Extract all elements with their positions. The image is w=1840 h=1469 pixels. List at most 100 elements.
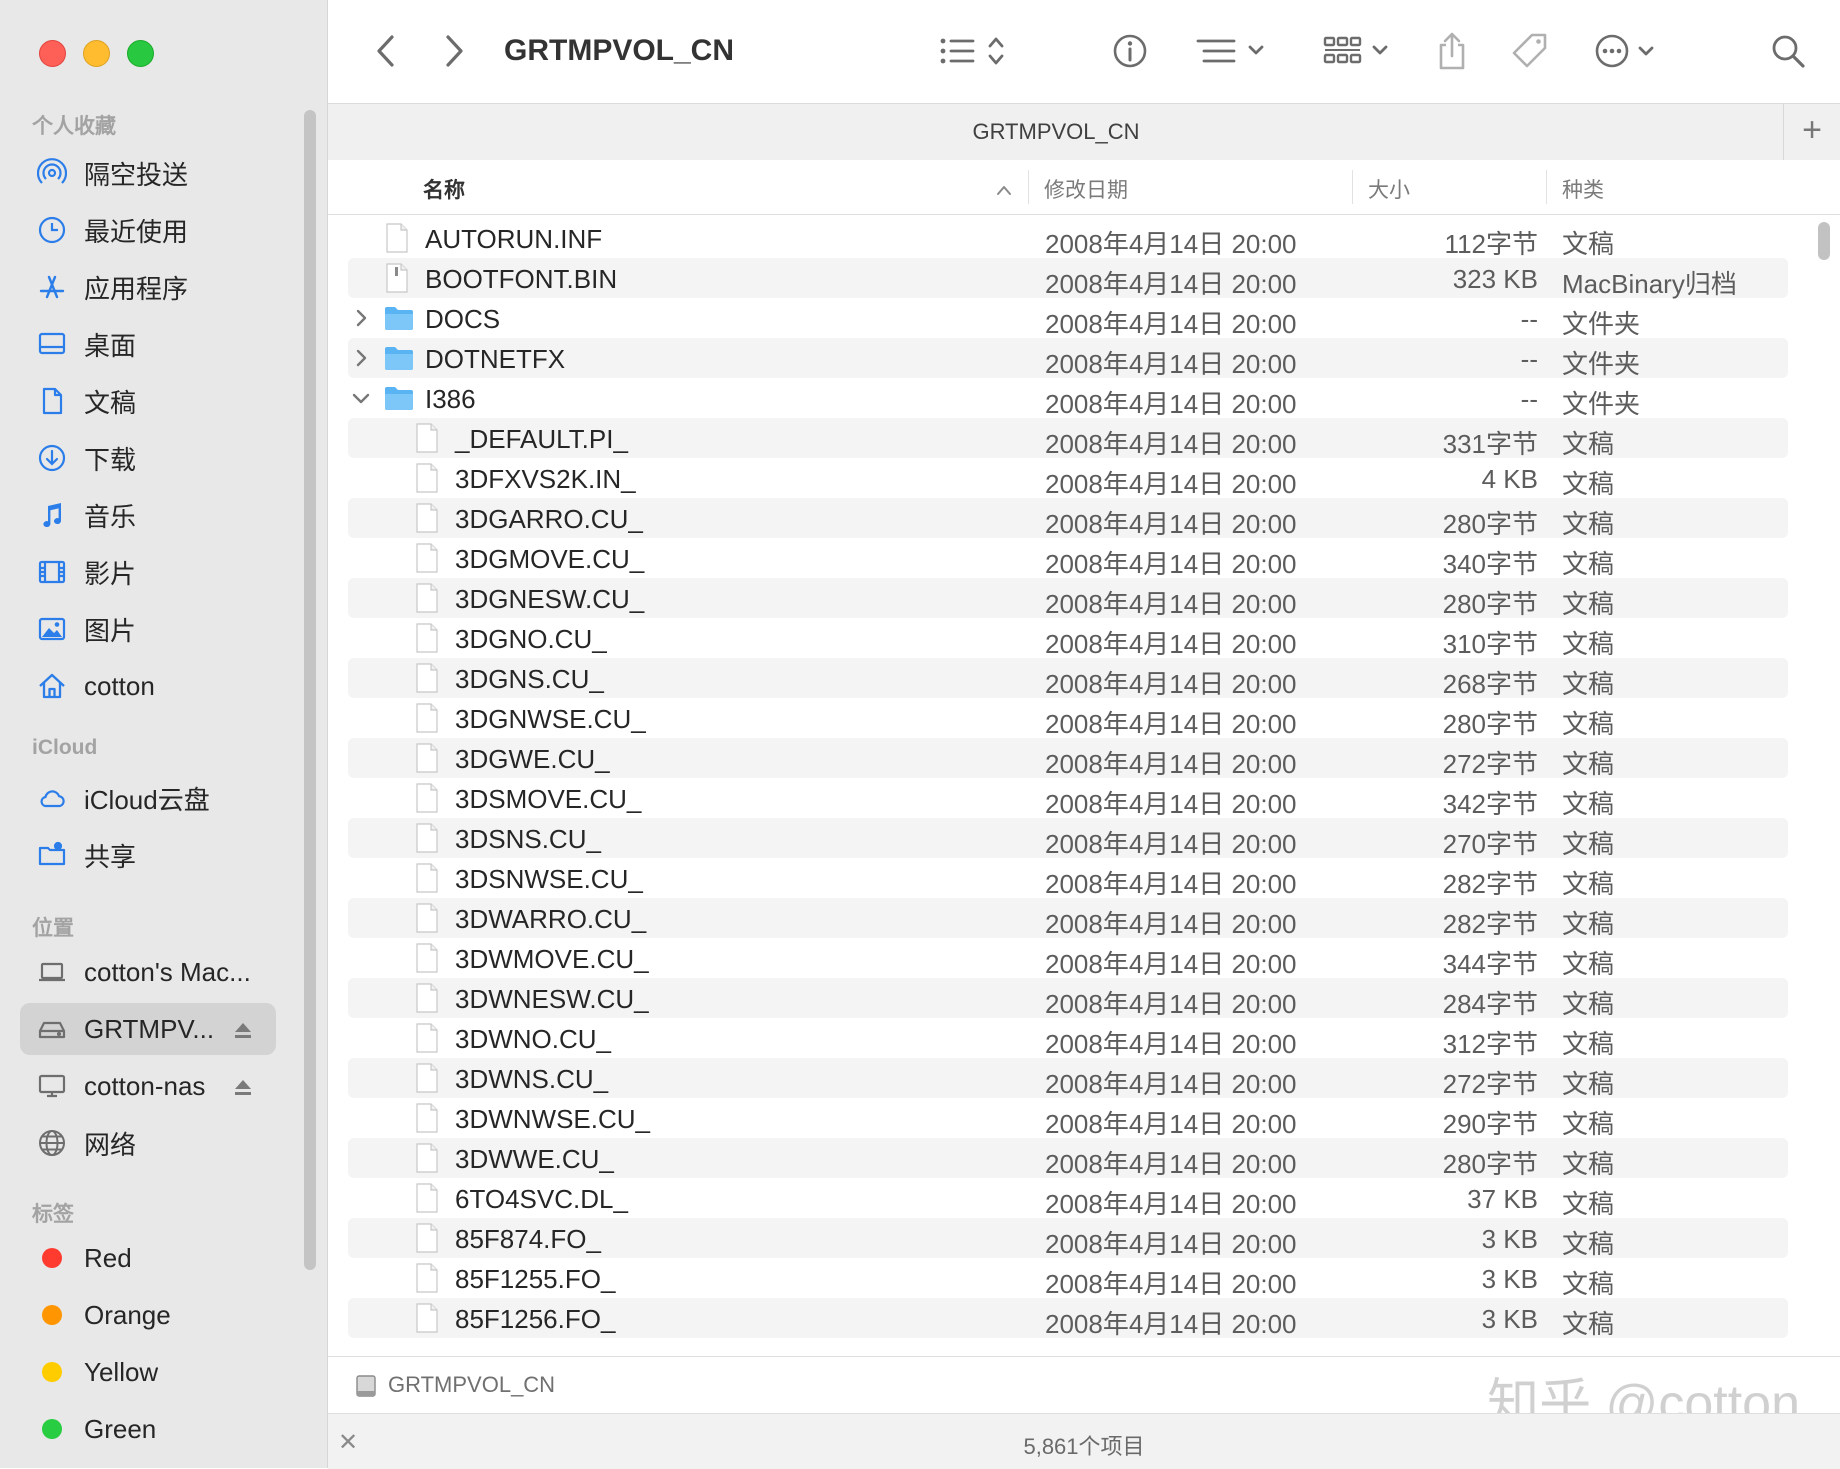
file-modified-date: 2008年4月14日 20:00 [1045,509,1297,539]
sidebar-item-cotton[interactable]: cotton [20,660,276,712]
file-modified-date: 2008年4月14日 20:00 [1045,629,1297,659]
tag-button[interactable] [1508,30,1552,72]
file-row[interactable]: 3DWNS.CU_ 2008年4月14日 20:00 272字节 文稿 [348,1058,1788,1099]
item-count: 5,861个项目 [1023,1434,1145,1459]
traffic-lights [39,40,154,67]
forward-button[interactable] [436,30,472,72]
file-modified-date: 2008年4月14日 20:00 [1045,1069,1297,1099]
tab-title[interactable]: GRTMPVOL_CN [328,119,1784,145]
sidebar-item-音乐[interactable]: 音乐 [20,489,276,541]
group-button[interactable] [1194,30,1274,72]
sidebar-item-label: 下载 [84,444,137,475]
grid-icon [1323,36,1388,64]
file-row[interactable]: 3DGNO.CU_ 2008年4月14日 20:00 310字节 文稿 [348,618,1788,659]
file-row[interactable]: 3DGWE.CU_ 2008年4月14日 20:00 272字节 文稿 [348,738,1788,779]
file-size: 3 KB [1481,1224,1538,1254]
file-row[interactable]: BOOTFONT.BIN 2008年4月14日 20:00 323 KB MacBin… [348,258,1788,299]
file-row[interactable]: 3DSNWSE.CU_ 2008年4月14日 20:00 282字节 文稿 [348,858,1788,899]
disclosure-expanded-icon[interactable] [350,385,372,411]
file-row[interactable]: AUTORUN.INF 2008年4月14日 20:00 112字节 文稿 [348,218,1788,259]
file-name: 3DWNO.CU_ [455,1024,612,1054]
sidebar-item-下载[interactable]: 下载 [20,432,276,484]
file-row[interactable]: 85F874.FO_ 2008年4月14日 20:00 3 KB 文稿 [348,1218,1788,1259]
sidebar-item-cotton-s-mac[interactable]: cotton's Mac... [20,946,276,998]
folder-row[interactable]: I386 2008年4月14日 20:00 -- 文件夹 [348,378,1788,419]
file-icon [414,783,440,813]
sidebar-item-图片[interactable]: 图片 [20,603,276,655]
sidebar-item-桌面[interactable]: 桌面 [20,318,276,370]
disclosure-collapsed-icon[interactable] [350,345,372,371]
file-row[interactable]: 3DWNO.CU_ 2008年4月14日 20:00 312字节 文稿 [348,1018,1788,1059]
arrange-button[interactable] [1322,30,1402,72]
column-size[interactable]: 大小 [1368,174,1410,204]
sidebar-item-网络[interactable]: 网络 [20,1117,276,1169]
file-icon [414,463,440,493]
search-button[interactable] [1766,30,1810,72]
file-row[interactable]: 3DWWE.CU_ 2008年4月14日 20:00 280字节 文稿 [348,1138,1788,1179]
file-name: 3DGNO.CU_ [455,624,607,654]
file-list-scrollbar[interactable] [1816,220,1832,1340]
file-size: 272字节 [1442,749,1538,779]
sidebar-item-grtmpv[interactable]: GRTMPV... [20,1003,276,1055]
file-row[interactable]: 85F1256.FO_ 2008年4月14日 20:00 3 KB 文稿 [348,1298,1788,1339]
file-row[interactable]: 3DSNS.CU_ 2008年4月14日 20:00 270字节 文稿 [348,818,1788,859]
file-row[interactable]: 3DGNWSE.CU_ 2008年4月14日 20:00 280字节 文稿 [348,698,1788,739]
file-row[interactable]: 3DWMOVE.CU_ 2008年4月14日 20:00 344字节 文稿 [348,938,1788,979]
file-row[interactable]: 3DGNESW.CU_ 2008年4月14日 20:00 280字节 文稿 [348,578,1788,619]
folder-row[interactable]: DOCS 2008年4月14日 20:00 -- 文件夹 [348,298,1788,339]
view-mode-button[interactable] [938,30,1018,72]
file-kind: 文稿 [1562,549,1615,579]
file-icon [414,1183,440,1213]
sidebar-item-影片[interactable]: 影片 [20,546,276,598]
file-icon [414,663,440,693]
file-size: 4 KB [1481,464,1538,494]
file-row[interactable]: 3DGNS.CU_ 2008年4月14日 20:00 268字节 文稿 [348,658,1788,699]
column-date[interactable]: 修改日期 [1044,174,1128,204]
file-row[interactable]: 3DWNESW.CU_ 2008年4月14日 20:00 284字节 文稿 [348,978,1788,1019]
path-item[interactable]: GRTMPVOL_CN [388,1372,555,1398]
file-icon [414,1143,440,1173]
back-button[interactable] [368,30,404,72]
sidebar-item-cotton-nas[interactable]: cotton-nas [20,1060,276,1112]
eject-icon[interactable] [232,1074,254,1096]
eject-icon[interactable] [232,1017,254,1039]
file-row[interactable]: 3DFXVS2K.IN_ 2008年4月14日 20:00 4 KB 文稿 [348,458,1788,499]
new-tab-button[interactable]: + [1783,104,1840,160]
sidebar-tag-yellow[interactable]: Yellow [20,1346,276,1398]
share-button[interactable] [1432,30,1472,72]
sidebar-tag-orange[interactable]: Orange [20,1289,276,1341]
column-kind[interactable]: 种类 [1562,174,1604,204]
close-window-button[interactable] [39,40,66,67]
disclosure-collapsed-icon[interactable] [350,305,372,331]
airdrop-icon [36,157,68,189]
column-name[interactable]: 名称 [423,174,465,204]
scrollbar-thumb[interactable] [1818,222,1830,260]
info-button[interactable] [1110,30,1150,72]
file-row[interactable]: 3DSMOVE.CU_ 2008年4月14日 20:00 342字节 文稿 [348,778,1788,819]
file-row[interactable]: 3DGARRO.CU_ 2008年4月14日 20:00 280字节 文稿 [348,498,1788,539]
sidebar-item-文稿[interactable]: 文稿 [20,375,276,427]
file-row[interactable]: 85F1255.FO_ 2008年4月14日 20:00 3 KB 文稿 [348,1258,1788,1299]
sidebar-item-label: cotton-nas [84,1070,206,1101]
sidebar-item-label: cotton's Mac... [84,956,251,987]
zoom-window-button[interactable] [127,40,154,67]
file-modified-date: 2008年4月14日 20:00 [1045,1189,1297,1219]
folder-row[interactable]: DOTNETFX 2008年4月14日 20:00 -- 文件夹 [348,338,1788,379]
sidebar-item-隔空投送[interactable]: 隔空投送 [20,147,276,199]
sidebar-item-共享[interactable]: 共享 [20,829,276,881]
file-row[interactable]: 3DGMOVE.CU_ 2008年4月14日 20:00 340字节 文稿 [348,538,1788,579]
more-actions-button[interactable] [1594,30,1674,72]
file-row[interactable]: _DEFAULT.PI_ 2008年4月14日 20:00 331字节 文稿 [348,418,1788,459]
file-row[interactable]: 3DWARRO.CU_ 2008年4月14日 20:00 282字节 文稿 [348,898,1788,939]
sidebar-tag-green[interactable]: Green [20,1403,276,1455]
file-icon [414,583,440,613]
sidebar-tag-red[interactable]: Red [20,1232,276,1284]
sidebar-scrollbar[interactable] [304,110,316,1270]
sidebar-item-应用程序[interactable]: 应用程序 [20,261,276,313]
file-row[interactable]: 3DWNWSE.CU_ 2008年4月14日 20:00 290字节 文稿 [348,1098,1788,1139]
minimize-window-button[interactable] [83,40,110,67]
sidebar-item-最近使用[interactable]: 最近使用 [20,204,276,256]
sidebar-item-icloud云盘[interactable]: iCloud云盘 [20,772,276,824]
file-row[interactable]: 6TO4SVC.DL_ 2008年4月14日 20:00 37 KB 文稿 [348,1178,1788,1219]
sidebar-item-label: 桌面 [84,330,137,361]
